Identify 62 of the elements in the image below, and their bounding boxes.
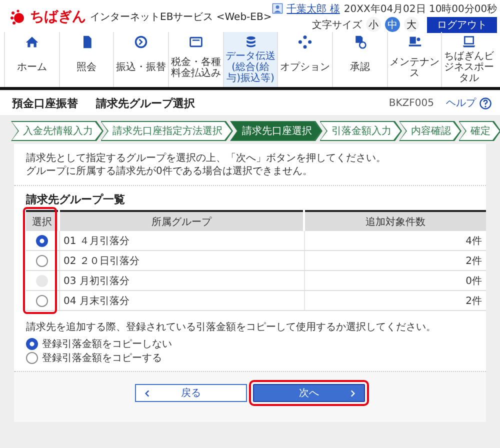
instruction-text: グループに所属する請求先が0件である場合は選択できません。 <box>26 165 314 178</box>
dots-ring-icon <box>298 35 312 49</box>
user-name-link[interactable]: 千葉太郎 様 <box>286 2 340 16</box>
back-button[interactable]: 戻る <box>135 384 247 402</box>
screen-id: BKZF005 <box>388 98 434 108</box>
laptop-icon <box>462 35 476 49</box>
table-cell: 4件 <box>304 231 486 250</box>
font-size-option[interactable]: 大 <box>404 17 420 32</box>
instruction-text: 請求先を追加する際、登録されている引落金額をコピーして使用するか選択してください。 <box>26 320 437 334</box>
nav-tab[interactable]: オプション <box>277 32 332 87</box>
nav-tab[interactable]: 振込・振替 <box>113 32 168 87</box>
service-name: インターネットEBサービス <Web-EB> <box>90 11 272 24</box>
progress-step: 請求先口座指定方法選択 <box>100 121 233 141</box>
document-badge-icon <box>352 35 367 49</box>
section-title: 預金口座振替 <box>12 96 78 110</box>
progress-step: 請求先口座選択 <box>230 121 322 141</box>
table-cell: 01 ４月引落分 <box>59 231 304 250</box>
progress-step: 入金先情報入力 <box>11 121 104 141</box>
person-desk-icon <box>408 35 422 49</box>
page-title: 請求先グループ選択 <box>96 96 195 110</box>
bank-logo: ちばぎん <box>30 8 86 26</box>
chevron-right-icon <box>348 388 357 398</box>
font-size-option[interactable]: 小 <box>366 17 382 32</box>
flower-logo-icon <box>10 9 26 25</box>
user-icon <box>272 3 283 14</box>
font-size-label: 文字サイズ <box>312 18 362 32</box>
table-cell: 02 ２０日引落分 <box>59 250 304 270</box>
login-datetime: 20XX年04月02日 10時00分00秒 <box>344 2 498 16</box>
column-header: 選択 <box>26 211 59 231</box>
radio-button[interactable] <box>26 338 38 350</box>
column-header: 所属グループ <box>59 211 304 231</box>
chevron-left-icon <box>143 388 152 398</box>
table-cell: 0件 <box>304 270 486 290</box>
database-icon <box>244 35 258 49</box>
radio-button[interactable] <box>36 254 48 266</box>
nav-tab[interactable]: 承認 <box>332 32 387 87</box>
table-cell: 2件 <box>304 290 486 310</box>
radio-button[interactable] <box>26 352 38 364</box>
logout-button[interactable]: ログアウト <box>427 16 498 32</box>
radio-button[interactable] <box>36 234 48 246</box>
home-icon <box>24 35 39 49</box>
nav-tab[interactable]: データ伝送 (総合(給与)振込等) <box>222 32 278 87</box>
radio-label[interactable]: 登録引落金額をコピーする <box>42 351 162 365</box>
instruction-text: 請求先として指定するグループを選択の上、「次へ」ボタンを押してください。 <box>26 152 387 165</box>
nav-tab[interactable]: ちばぎんビジネスポータル <box>441 32 496 87</box>
table-cell: 04 月末引落分 <box>59 290 304 310</box>
column-header: 追加対象件数 <box>304 211 486 231</box>
progress-step: 内容確認 <box>399 121 462 141</box>
card-icon <box>188 35 203 49</box>
help-icon[interactable] <box>479 96 492 110</box>
radio-button[interactable] <box>36 294 48 306</box>
font-size-option[interactable]: 中 <box>385 17 400 32</box>
nav-tab[interactable]: メンテナンス <box>386 32 442 87</box>
nav-tab[interactable]: 照会 <box>58 32 114 87</box>
nav-tab[interactable]: ホーム <box>4 32 59 87</box>
section-heading: 請求先グループ一覧 <box>26 192 126 207</box>
help-link[interactable]: ヘルプ <box>446 96 476 110</box>
table-cell: 03 月初引落分 <box>59 270 304 290</box>
table-cell: 2件 <box>304 250 486 270</box>
progress-step: 引落金額入力 <box>320 121 402 141</box>
radio-label[interactable]: 登録引落金額をコピーしない <box>42 337 172 351</box>
progress-step: 確定 <box>458 121 500 141</box>
